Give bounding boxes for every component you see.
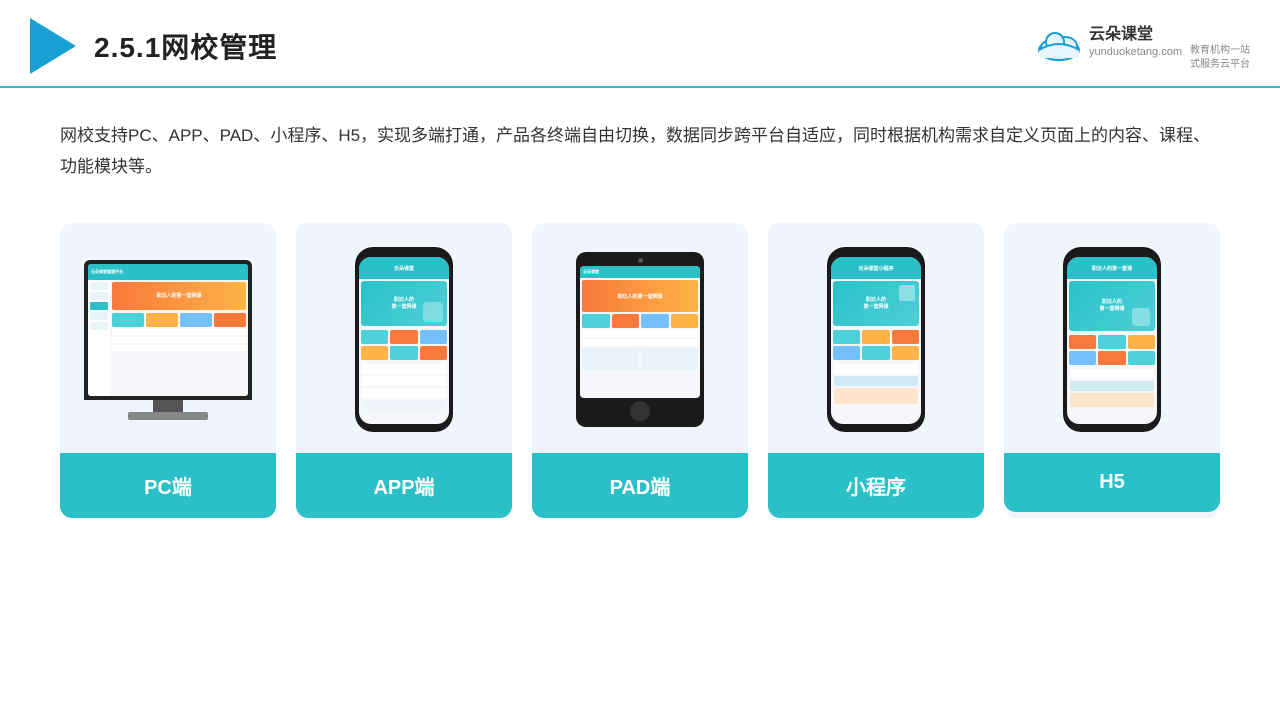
pc-label: PC端: [60, 453, 276, 518]
app-image-area: 云朵课堂 职达人的第一堂网课: [296, 223, 512, 453]
brand-tagline: 教育机构一站式服务云平台: [1190, 44, 1250, 72]
app-card: 云朵课堂 职达人的第一堂网课: [296, 223, 512, 518]
brand-logo: 云朵课堂 yunduoketang.com 教育机构一站式服务云平台: [1035, 20, 1250, 72]
pad-image-area: 云朵课堂 职达人的第一堂网课: [532, 223, 748, 453]
pc-image-area: 云朵课堂管理平台: [60, 223, 276, 453]
miniprogram-mockup: 云朵课堂小程序 职达人的第一堂网课: [826, 247, 926, 432]
logo-icon: [30, 18, 76, 74]
h5-mockup: 职达人的第一堂课 职达人的第一堂网课: [1062, 247, 1162, 432]
miniprogram-card: 云朵课堂小程序 职达人的第一堂网课: [768, 223, 984, 518]
brand-url: yunduoketang.com: [1089, 46, 1182, 58]
pc-card: 云朵课堂管理平台: [60, 223, 276, 518]
h5-card: 职达人的第一堂课 职达人的第一堂网课: [1004, 223, 1220, 518]
pad-card: 云朵课堂 职达人的第一堂网课: [532, 223, 748, 518]
pc-mockup: 云朵课堂管理平台: [83, 260, 253, 420]
miniprogram-image-area: 云朵课堂小程序 职达人的第一堂网课: [768, 223, 984, 453]
app-mockup: 云朵课堂 职达人的第一堂网课: [354, 247, 454, 432]
header: 2.5.1网校管理 云朵课堂 yunduoketang.com 教育机构一站式服…: [0, 0, 1280, 88]
cloud-brand-icon: [1035, 28, 1083, 64]
h5-image-area: 职达人的第一堂课 职达人的第一堂网课: [1004, 223, 1220, 453]
h5-label: H5: [1004, 453, 1220, 512]
description-text: 网校支持PC、APP、PAD、小程序、H5，实现多端打通，产品各终端自由切换，数…: [0, 88, 1280, 203]
header-left: 2.5.1网校管理: [30, 18, 277, 74]
miniprogram-label: 小程序: [768, 453, 984, 518]
brand-area: 云朵课堂 yunduoketang.com 教育机构一站式服务云平台: [1035, 20, 1250, 72]
brand-name: 云朵课堂: [1089, 20, 1250, 44]
page-title: 2.5.1网校管理: [94, 26, 277, 66]
cards-container: 云朵课堂管理平台: [0, 203, 1280, 538]
app-label: APP端: [296, 453, 512, 518]
pad-mockup: 云朵课堂 职达人的第一堂网课: [575, 252, 705, 427]
pad-label: PAD端: [532, 453, 748, 518]
